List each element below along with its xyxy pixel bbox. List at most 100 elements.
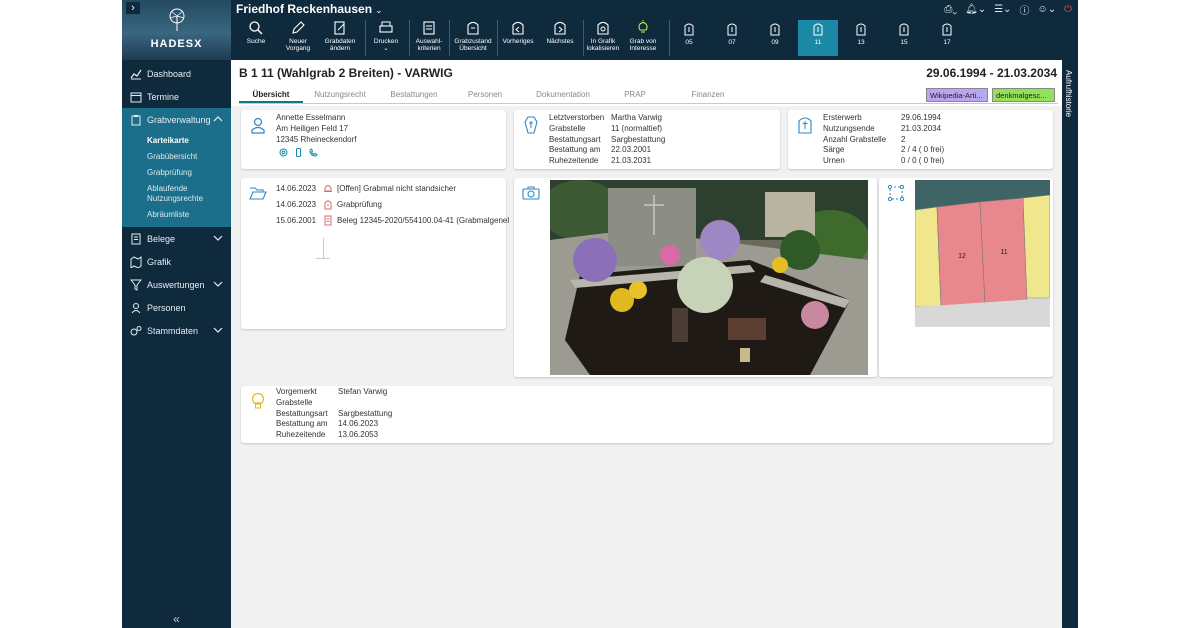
value-grabstelle [338, 398, 392, 409]
timeline-line [323, 238, 324, 258]
grave-13-button[interactable]: 13 [841, 20, 881, 56]
reservation-card: Vorgemerkt Grabstelle Bestattungsart Bes… [241, 386, 1053, 443]
sidebar-item-label: Dashboard [147, 68, 192, 79]
tool-label: Vorheriges [502, 38, 534, 45]
chevron-down-icon [213, 327, 223, 333]
cemetery-selector[interactable]: Friedhof Reckenhausen ⌄ [236, 2, 383, 16]
grave-05-button[interactable]: 05 [669, 20, 709, 56]
edit-grave-data-button[interactable]: Grabdaten ändern [321, 20, 359, 58]
grave-number: 11 [814, 39, 822, 46]
grave-09-button[interactable]: 09 [755, 20, 795, 56]
receipt-icon [324, 215, 332, 225]
toolbar-divider [365, 20, 366, 56]
subnav-item-karteikarte[interactable]: Karteikarte [122, 133, 231, 149]
gravestone-check-icon [324, 200, 332, 209]
grave-of-interest-button[interactable]: Grab von Interesse [625, 20, 661, 58]
print-button[interactable]: Drucken ⌄ [371, 20, 401, 58]
owner-card: Annette Esselmann Am Heiligen Feld 17 12… [241, 110, 506, 169]
top-icons: ⎙⌄ 🔔︎⌄ ☰⌄ ⓘ ☺⌄ ⏻ [944, 2, 1072, 17]
tag-denkmalgeschuetzt[interactable]: denkmalgesc... [992, 88, 1055, 102]
tab-uebersicht[interactable]: Übersicht [239, 86, 303, 103]
label-urnen: Urnen [823, 156, 845, 166]
history-panel-toggle[interactable]: Aufrufhistorie [1062, 60, 1078, 628]
tab-personen[interactable]: Personen [451, 86, 519, 103]
value-anzahl-grabstelle: 2 [901, 134, 906, 144]
next-button[interactable]: Nächstes [541, 20, 579, 58]
grave-condition-overview-button[interactable]: Grabzustand Übersicht [451, 20, 495, 58]
power-icon[interactable]: ⏻ [1064, 2, 1072, 17]
sidebar-item-dashboard[interactable]: Dashboard [122, 62, 231, 85]
grave-07-button[interactable]: 07 [712, 20, 752, 56]
owner-address: Annette Esselmann Am Heiligen Feld 17 12… [276, 113, 357, 145]
list-item[interactable]: 15.06.2001 Beleg 12345-2020/554100.04-41… [276, 212, 509, 228]
pencil-icon [292, 21, 305, 34]
sidebar-item-auswertungen[interactable]: Auswertungen [122, 273, 231, 296]
calendar-icon [130, 92, 142, 102]
subnav-item-abraeumliste[interactable]: Abräumliste [122, 207, 231, 223]
contact-icons [279, 148, 318, 157]
grave-number: 13 [857, 39, 865, 46]
printer-menu-icon[interactable]: ⎙⌄ [944, 2, 957, 17]
event-date: 14.06.2023 [276, 183, 317, 193]
sidebar-item-label: Personen [147, 302, 186, 313]
tab-dokumentation[interactable]: Dokumentation [519, 86, 607, 103]
tab-prap[interactable]: PRAP [607, 86, 663, 103]
user-icon[interactable]: ☺⌄ [1037, 2, 1056, 17]
gravestone-icon [798, 117, 812, 134]
subnav-item-grabuebersicht[interactable]: Grabübersicht [122, 149, 231, 165]
gravestone-icon [942, 23, 952, 36]
label-vorgemerkt: Vorgemerkt [276, 387, 317, 396]
sidebar-item-grabverwaltung[interactable]: Grabverwaltung [122, 108, 231, 131]
grave-11-button[interactable]: 11 [798, 20, 838, 56]
list-item[interactable]: 14.06.2023 Grabprüfung [276, 196, 509, 212]
bell-icon[interactable]: 🔔︎⌄ [965, 2, 986, 17]
search-button[interactable]: Suche [241, 20, 271, 58]
grave-17-button[interactable]: 17 [927, 20, 967, 56]
grave-photo[interactable] [550, 180, 868, 375]
sliders-icon[interactable]: ☰⌄ [994, 2, 1011, 17]
previous-button[interactable]: Vorheriges [499, 20, 537, 58]
record-header: B 1 11 (Wahlgrab 2 Breiten) - VARWIG 29.… [231, 60, 1062, 106]
locate-in-graphic-button[interactable]: In Grafik lokalisieren [585, 20, 621, 58]
grave-number: 09 [771, 39, 779, 46]
camera-icon[interactable] [522, 184, 540, 202]
sidebar-item-stammdaten[interactable]: Stammdaten [122, 319, 231, 342]
tool-label: Nächstes [546, 38, 574, 45]
subnav-item-grabpruefung[interactable]: Grabprüfung [122, 165, 231, 181]
tab-bestattungen[interactable]: Bestattungen [377, 86, 451, 103]
chevron-down-icon: ⌄ [375, 5, 383, 15]
toolbar-divider [583, 20, 584, 56]
sidebar-item-termine[interactable]: Termine [122, 85, 231, 108]
mobile-phone-icon[interactable] [294, 148, 303, 157]
map-icon [130, 255, 142, 268]
tag-wikipedia[interactable]: Wikipedia-Arti... [926, 88, 988, 102]
filter-icon [130, 279, 142, 291]
grave-15-button[interactable]: 15 [884, 20, 924, 56]
grave-map[interactable]: 12 11 [915, 180, 1050, 327]
list-item[interactable]: 14.06.2023 [Offen] Grabmal nicht standsi… [276, 180, 509, 196]
selection-criteria-button[interactable]: Auswahl-kriterien [413, 20, 445, 58]
map-plot-label: 12 [958, 253, 966, 260]
sidebar-item-grafik[interactable]: Grafik [122, 250, 231, 273]
label-ersterwerb: Ersterwerb [823, 113, 862, 122]
tab-finanzen[interactable]: Finanzen [663, 86, 753, 103]
history-panel-label: Aufrufhistorie [1064, 70, 1073, 118]
select-area-icon[interactable] [887, 184, 905, 202]
collapse-sidebar-button[interactable]: « [122, 610, 231, 628]
expand-sidebar-button[interactable]: › [126, 2, 140, 14]
printer-icon [379, 21, 393, 33]
gravestone-list-icon [467, 21, 479, 35]
tab-nutzungsrecht[interactable]: Nutzungsrecht [303, 86, 377, 103]
rights-card: Ersterwerb Nutzungsende Anzahl Grabstell… [788, 110, 1053, 169]
phone-icon[interactable] [309, 148, 318, 157]
help-icon[interactable]: ⓘ [1019, 2, 1029, 17]
subnav-item-ablaufende-nutzungsrechte[interactable]: Ablaufende Nutzungsrechte [122, 181, 231, 207]
rights-values: 29.06.1994 21.03.2034 2 2 / 4 ( 0 frei) … [901, 113, 944, 167]
sidebar-item-personen[interactable]: Personen [122, 296, 231, 319]
new-procedure-button[interactable]: Neuer Vorgang [281, 20, 315, 58]
value-bestattung-am: 22.03.2001 [611, 145, 652, 155]
folder-open-icon [249, 187, 267, 200]
gravestone-icon [684, 23, 694, 36]
email-icon[interactable] [279, 148, 288, 157]
sidebar-item-belege[interactable]: Belege [122, 227, 231, 250]
